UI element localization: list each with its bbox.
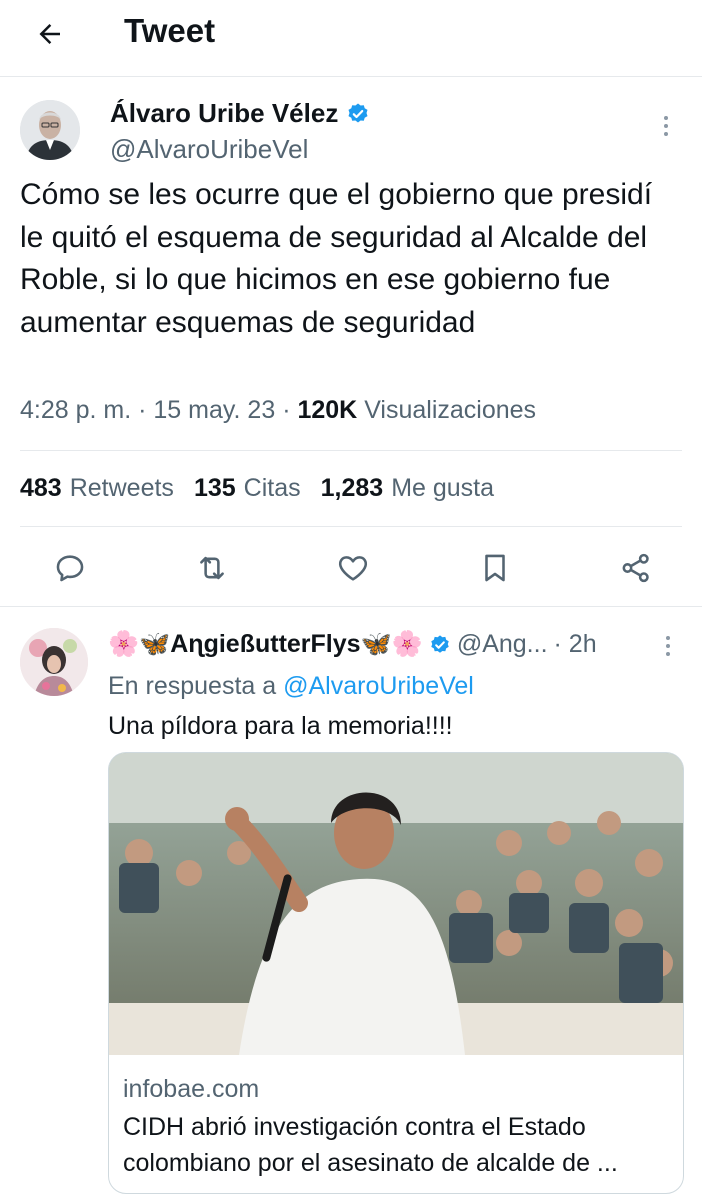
reply-name-row: 🌸🦋AɳgießutterFlys🦋🌸 @Ang... · 2h [108, 630, 597, 659]
heart-icon [338, 556, 368, 581]
reply-button[interactable] [48, 546, 92, 590]
top-bar: Tweet [0, 0, 702, 77]
quotes-stat[interactable]: 135 Citas [194, 474, 301, 503]
replying-to: En respuesta a @AlvaroUribeVel [108, 672, 474, 701]
verified-badge-icon [431, 634, 449, 653]
reply-time[interactable]: · 2h [554, 630, 597, 659]
tweet-time[interactable]: 4:28 p. m. [20, 396, 131, 424]
replying-prefix: En respuesta a [108, 672, 277, 700]
retweets-stat[interactable]: 483 Retweets [20, 474, 174, 503]
bookmark-icon [484, 554, 505, 582]
views-count: 120K [297, 396, 358, 424]
tweet-stats: 483 Retweets 135 Citas 1,283 Me gusta [20, 474, 494, 503]
arrow-left-icon [39, 24, 60, 44]
author-name[interactable]: Álvaro Uribe Vélez [110, 98, 338, 129]
link-card-image [109, 753, 683, 1055]
quotes-count: 135 [193, 474, 236, 502]
more-options-icon[interactable] [656, 110, 676, 142]
reply-author-name[interactable]: 🌸🦋AɳgießutterFlys🦋🌸 [108, 630, 423, 659]
verified-badge-icon [348, 103, 368, 122]
retweets-label: Retweets [69, 474, 174, 502]
reply-text: Una píldora para la memoria!!!! [108, 712, 453, 740]
likes-label: Me gusta [391, 474, 495, 502]
page-title: Tweet [124, 12, 216, 49]
avatar-image [20, 628, 88, 696]
share-icon [622, 553, 649, 583]
reply-more-options-icon[interactable] [658, 630, 678, 662]
quotes-label: Citas [243, 474, 301, 502]
likes-count: 1,283 [320, 474, 384, 502]
views-label[interactable]: Visualizaciones [364, 396, 536, 424]
author-avatar[interactable] [20, 100, 80, 160]
retweets-count: 483 [20, 474, 62, 502]
reply-author-handle[interactable]: @Ang... [457, 630, 548, 659]
tweet-meta: 4:28 p. m. · 15 may. 23 · 120K Visualiza… [20, 396, 536, 425]
author-name-row: Álvaro Uribe Vélez [110, 98, 370, 129]
share-button[interactable] [614, 546, 658, 590]
tweet-text: Cómo se les ocurre que el gobierno que p… [20, 178, 653, 339]
bookmark-button[interactable] [473, 546, 517, 590]
tweet-actions [48, 546, 658, 590]
link-card-title: CIDH abrió investigación contra el Estad… [123, 1113, 618, 1177]
meta-separator: · [282, 396, 291, 424]
link-card-domain: infobae.com [123, 1075, 260, 1103]
retweet-icon [199, 556, 224, 580]
author-handle[interactable]: @AlvaroUribeVel [110, 134, 308, 165]
avatar-image [20, 100, 80, 160]
replying-to-link[interactable]: @AlvaroUribeVel [283, 672, 474, 700]
reply-icon [56, 555, 84, 582]
like-button[interactable] [331, 546, 375, 590]
likes-stat[interactable]: 1,283 Me gusta [321, 474, 494, 503]
section-divider [0, 606, 702, 607]
retweet-button[interactable] [190, 546, 234, 590]
reply-author-avatar[interactable] [20, 628, 88, 696]
divider [20, 526, 682, 527]
tweet-date[interactable]: 15 may. 23 [153, 396, 275, 424]
back-button[interactable] [28, 12, 72, 56]
divider [20, 450, 682, 451]
meta-separator: · [138, 396, 147, 424]
link-card[interactable]: infobae.com CIDH abrió investigación con… [108, 752, 684, 1194]
